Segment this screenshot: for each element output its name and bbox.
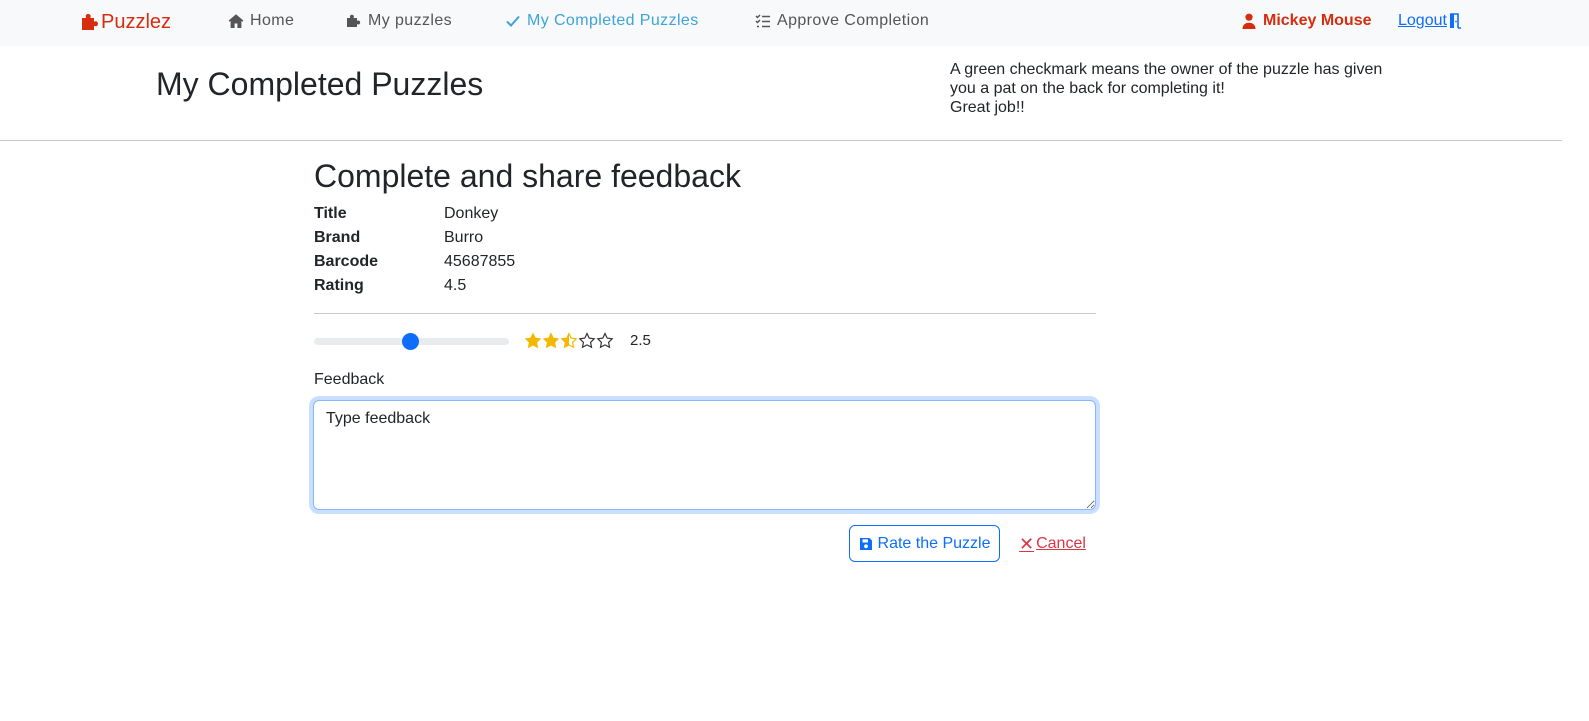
detail-key: Barcode (314, 253, 379, 270)
detail-row-brand: Brand Burro (314, 227, 483, 249)
logout-link[interactable]: Logout (1398, 10, 1465, 32)
logout-label: Logout (1398, 12, 1447, 29)
cancel-label: Cancel (1036, 535, 1086, 552)
feedback-label: Feedback (314, 371, 385, 388)
info-note-line: Great job!! (950, 99, 1025, 116)
detail-value: Donkey (444, 205, 499, 222)
rate-puzzle-button[interactable]: Rate the Puzzle (849, 525, 1000, 562)
brand-link[interactable]: Puzzlez (80, 9, 171, 35)
detail-key: Rating (314, 277, 364, 294)
save-icon (859, 537, 872, 550)
page-title: My Completed Puzzles (156, 66, 484, 102)
feedback-textarea[interactable]: Type feedback (313, 400, 1096, 510)
user-icon (1242, 13, 1256, 29)
rate-puzzle-label: Rate the Puzzle (877, 534, 991, 552)
user-menu[interactable]: Mickey Mouse (1242, 10, 1371, 32)
nav-approve-completion[interactable]: Approve Completion (755, 10, 929, 32)
rating-slider-thumb[interactable] (402, 333, 419, 350)
door-exit-icon (1449, 13, 1461, 29)
form-divider (314, 313, 1096, 314)
star-filled-icon (524, 332, 542, 349)
header-divider (0, 140, 1562, 141)
nav-home[interactable]: Home (228, 10, 294, 32)
navbar: Puzzlez Home My puzzles My Completed Puz… (0, 0, 1589, 46)
nav-approve-completion-label: Approve Completion (777, 12, 930, 29)
detail-key: Brand (314, 229, 361, 246)
detail-row-barcode: Barcode 45687855 (314, 251, 515, 273)
list-check-icon (755, 14, 770, 28)
cancel-link[interactable]: ✕ Cancel (1019, 533, 1086, 555)
star-filled-icon (542, 332, 560, 349)
puzzle-piece-icon (347, 14, 361, 27)
rating-value: 2.5 (630, 332, 651, 349)
star-rating (524, 332, 614, 350)
puzzle-logo-icon (82, 14, 98, 30)
detail-value: 4.5 (444, 277, 467, 294)
detail-value: Burro (444, 229, 484, 246)
brand-name: Puzzlez (101, 10, 172, 33)
detail-row-rating: Rating 4.5 (314, 275, 466, 297)
detail-value: 45687855 (444, 253, 516, 270)
star-half-icon (560, 332, 578, 349)
star-empty-icon (596, 332, 614, 349)
detail-key: Title (314, 205, 347, 222)
home-icon (228, 14, 244, 28)
nav-my-completed-puzzles-label: My Completed Puzzles (527, 12, 699, 29)
close-icon: ✕ (1019, 533, 1035, 554)
nav-home-label: Home (250, 12, 295, 29)
user-name: Mickey Mouse (1263, 12, 1372, 29)
detail-row-title: Title Donkey (314, 203, 498, 225)
nav-my-puzzles-label: My puzzles (368, 12, 453, 29)
nav-my-completed-puzzles[interactable]: My Completed Puzzles (505, 10, 699, 32)
info-note: A green checkmark means the owner of the… (950, 60, 1400, 117)
form-title: Complete and share feedback (314, 158, 741, 194)
check-icon (506, 15, 520, 27)
info-note-line: A green checkmark means the owner of the… (950, 61, 1383, 78)
star-empty-icon (578, 332, 596, 349)
info-note-line: you a pat on the back for completing it! (950, 80, 1225, 97)
nav-my-puzzles[interactable]: My puzzles (346, 10, 452, 32)
